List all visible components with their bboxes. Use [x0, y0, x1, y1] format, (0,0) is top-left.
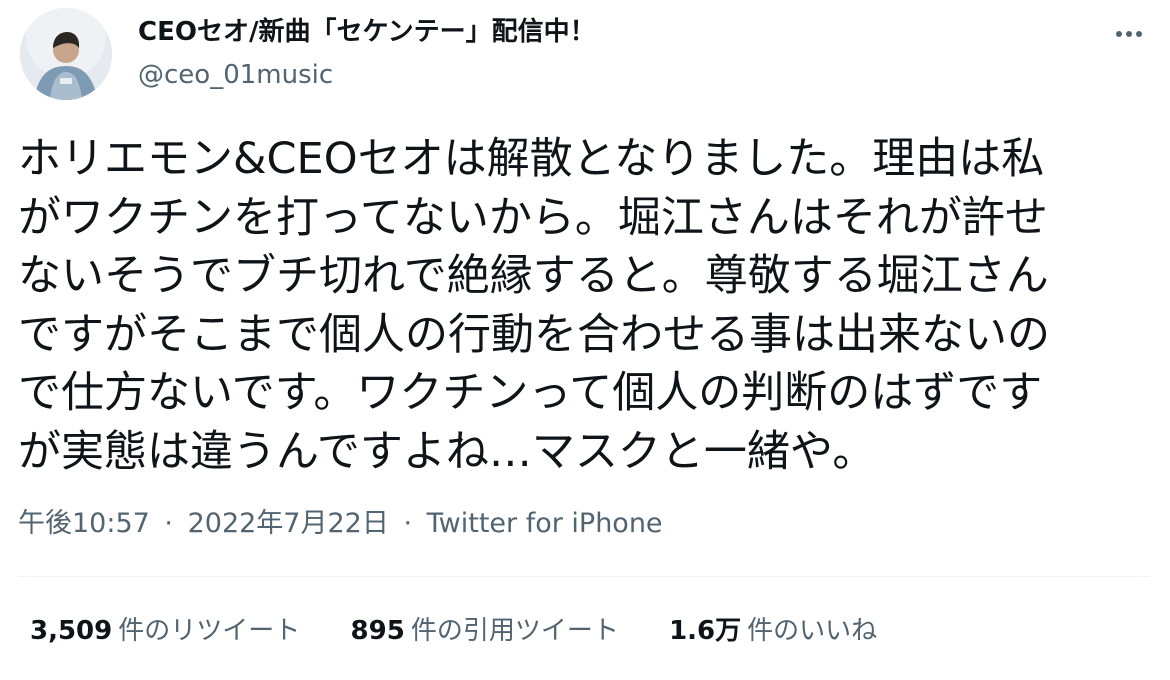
tweet-text-line: ホリエモン&CEOセオは解散となりました。理由は私 [18, 134, 1045, 184]
tweet-text-line: がワクチンを打ってないから。堀江さんはそれが許せ [18, 192, 1048, 243]
likes-label: 件のいいね [747, 616, 878, 646]
tweet-text-line: が実態は違うんですよね…マスクと一緒や。 [18, 426, 876, 477]
likes-stat[interactable]: 1.6万 件のいいね [669, 612, 877, 650]
likes-count: 1.6万 [669, 616, 742, 646]
tweet-text-line: ですがそこまで個人の行動を合わせる事は出来ないの [18, 309, 1050, 360]
retweets-label: 件のリツイート [118, 616, 301, 646]
retweets-stat[interactable]: 3,509 件のリツイート [30, 612, 300, 650]
quotes-stat[interactable]: 895 件の引用ツイート [351, 612, 619, 650]
avatar-image [20, 8, 112, 100]
quotes-label: 件の引用ツイート [410, 616, 619, 646]
tweet-time[interactable]: 午後10:57 [18, 508, 150, 539]
dot [1116, 31, 1122, 37]
tweet-meta: 午後10:57 · 2022年7月22日 · Twitter for iPhon… [18, 504, 663, 544]
retweets-count: 3,509 [30, 616, 113, 646]
tweet-date[interactable]: 2022年7月22日 [188, 508, 389, 539]
dot [1136, 31, 1142, 37]
divider [18, 576, 1150, 577]
user-handle[interactable]: @ceo_01music [138, 58, 333, 92]
display-name[interactable]: CEOセオ/新曲「セケンテー」配信中！ [138, 14, 596, 50]
meta-separator: · [403, 508, 413, 539]
tweet-source[interactable]: Twitter for iPhone [427, 508, 663, 539]
dot [1126, 31, 1132, 37]
engagement-stats: 3,509 件のリツイート 895 件の引用ツイート 1.6万 件のいいね [30, 612, 919, 650]
quotes-count: 895 [350, 616, 405, 646]
tweet: CEOセオ/新曲「セケンテー」配信中！ @ceo_01music ホリエモン&C… [0, 0, 1170, 680]
avatar[interactable] [20, 8, 112, 100]
more-horizontal-icon[interactable] [1108, 18, 1150, 48]
meta-separator: · [164, 508, 173, 539]
tweet-text: ホリエモン&CEOセオは解散となりました。理由は私 がワクチンを打ってないから。… [18, 130, 1138, 481]
tweet-text-line: ないそうでブチ切れで絶縁すると。尊敬する堀江さん [18, 251, 1049, 301]
tweet-text-line: で仕方ないです。ワクチンって個人の判断のはずです [18, 368, 1043, 418]
